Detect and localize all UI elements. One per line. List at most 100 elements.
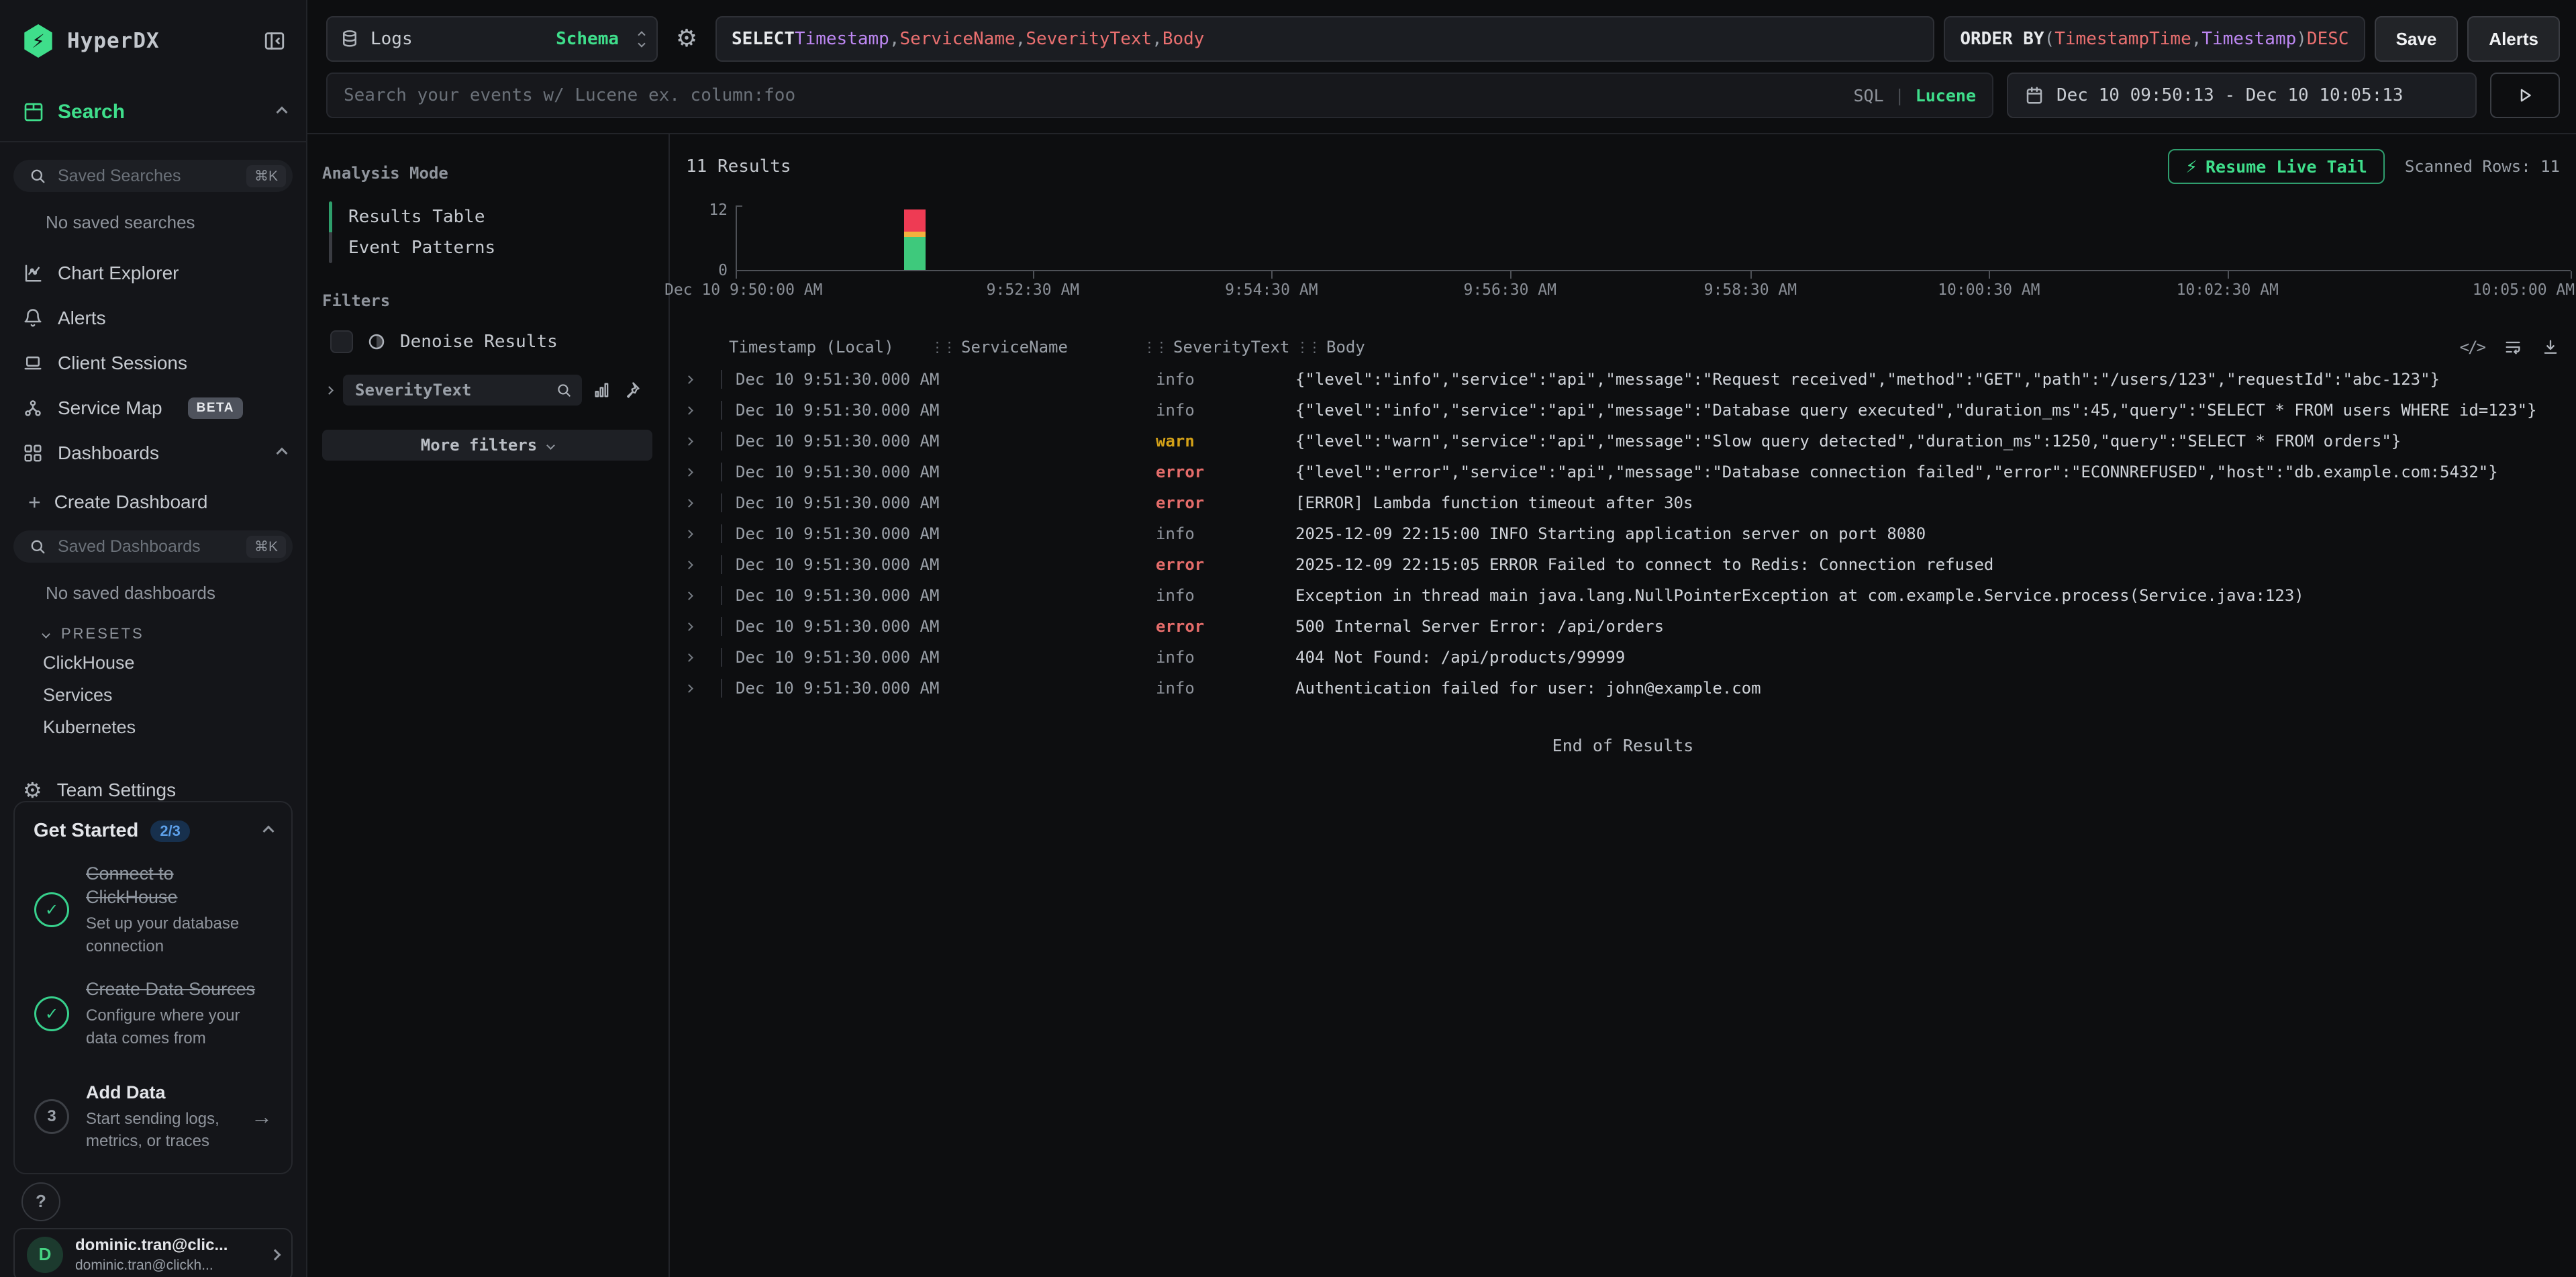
drag-handle-icon[interactable]: ⋮⋮ xyxy=(1295,339,1320,355)
column-header-timestamp[interactable]: Timestamp (Local) xyxy=(721,338,930,357)
column-header-severitytext[interactable]: ⋮⋮SeverityText xyxy=(1142,338,1295,357)
sidebar-item-team-settings[interactable]: ⚙ Team Settings xyxy=(23,779,293,801)
sidebar-item-label: Chart Explorer xyxy=(58,263,179,284)
table-row[interactable]: Dec 10 9:51:30.000 AM info Authenticatio… xyxy=(670,673,2576,704)
saved-searches-input[interactable]: Saved Searches ⌘K xyxy=(13,160,293,192)
help-button[interactable]: ? xyxy=(21,1182,60,1221)
sidebar-item-alerts[interactable]: Alerts xyxy=(13,295,293,340)
alerts-button[interactable]: Alerts xyxy=(2467,16,2560,62)
pin-icon[interactable] xyxy=(622,381,641,399)
sidebar-item-dashboards[interactable]: Dashboards xyxy=(13,430,293,475)
mode-results-table[interactable]: Results Table xyxy=(348,201,652,232)
sidebar-collapse-icon[interactable] xyxy=(263,30,286,52)
sidebar-item-client-sessions[interactable]: Client Sessions xyxy=(13,340,293,385)
sidebar-item-preset-clickhouse[interactable]: ClickHouse xyxy=(43,647,293,679)
chart-explorer-icon xyxy=(23,263,43,283)
row-expand-icon[interactable] xyxy=(685,530,693,538)
sidebar-item-chart-explorer[interactable]: Chart Explorer xyxy=(13,250,293,295)
more-filters-button[interactable]: More filters xyxy=(322,430,652,461)
saved-dashboards-input[interactable]: Saved Dashboards ⌘K xyxy=(13,530,293,563)
laptop-icon xyxy=(23,353,43,373)
drag-handle-icon[interactable]: ⋮⋮ xyxy=(930,339,954,355)
avatar: D xyxy=(27,1237,63,1273)
row-expand-icon[interactable] xyxy=(685,592,693,600)
query-language-toggle[interactable]: SQL | Lucene xyxy=(1853,86,1976,105)
chevron-down-icon xyxy=(546,441,555,450)
table-row[interactable]: Dec 10 9:51:30.000 AM info Exception in … xyxy=(670,580,2576,611)
run-query-button[interactable] xyxy=(2490,73,2560,118)
row-expand-icon[interactable] xyxy=(685,499,693,508)
y-axis-max-label: 12 xyxy=(709,201,728,219)
get-started-step-2[interactable]: ✓ Create Data Sources Configure where yo… xyxy=(34,978,273,1049)
row-expand-icon[interactable] xyxy=(685,622,693,631)
order-by-input[interactable]: ORDER BY (TimestampTime, Timestamp) DESC xyxy=(1944,16,2365,62)
table-row[interactable]: Dec 10 9:51:30.000 AM info 404 Not Found… xyxy=(670,642,2576,673)
table-row[interactable]: Dec 10 9:51:30.000 AM error [ERROR] Lamb… xyxy=(670,487,2576,518)
saved-dashboards-placeholder: Saved Dashboards xyxy=(58,537,201,557)
sidebar-item-service-map[interactable]: Service Map BETA xyxy=(13,385,293,430)
chevron-up-icon[interactable] xyxy=(277,107,288,118)
row-expand-icon[interactable] xyxy=(685,375,693,384)
table-row[interactable]: Dec 10 9:51:30.000 AM error 2025-12-09 2… xyxy=(670,549,2576,580)
row-expand-icon[interactable] xyxy=(685,468,693,477)
x-axis-tick xyxy=(1510,271,1512,279)
mode-event-patterns[interactable]: Event Patterns xyxy=(348,232,652,263)
event-search-input[interactable]: Search your events w/ Lucene ex. column:… xyxy=(326,73,1993,118)
sidebar-item-search[interactable]: Search xyxy=(0,101,306,142)
results-area: 11 Results ⚡ Resume Live Tail Scanned Ro… xyxy=(670,134,2576,1277)
dashboards-icon xyxy=(23,443,43,463)
row-expand-icon[interactable] xyxy=(685,653,693,662)
table-row[interactable]: Dec 10 9:51:30.000 AM warn {"level":"war… xyxy=(670,426,2576,457)
expand-filter-group-icon[interactable] xyxy=(325,386,334,395)
chart-toggle-icon[interactable] xyxy=(593,381,611,399)
drag-handle-icon[interactable]: ⋮⋮ xyxy=(1142,339,1167,355)
sidebar-item-preset-kubernetes[interactable]: Kubernetes xyxy=(43,711,293,743)
row-expand-icon[interactable] xyxy=(685,406,693,415)
get-started-step-1[interactable]: ✓ Connect to ClickHouse Set up your data… xyxy=(34,862,273,957)
row-expand-icon[interactable] xyxy=(685,684,693,693)
histogram-bar[interactable] xyxy=(904,209,926,270)
wrap-lines-icon[interactable] xyxy=(2504,338,2522,357)
column-header-servicename[interactable]: ⋮⋮ServiceName xyxy=(930,338,1142,357)
get-started-card: Get Started 2/3 ✓ Connect to ClickHouse … xyxy=(13,801,293,1174)
cell-body: Authentication failed for user: john@exa… xyxy=(1295,679,2560,698)
get-started-progress-badge: 2/3 xyxy=(150,820,190,842)
table-row[interactable]: Dec 10 9:51:30.000 AM info {"level":"inf… xyxy=(670,395,2576,426)
create-dashboard-label: Create Dashboard xyxy=(54,491,208,513)
brand-name: HyperDX xyxy=(67,29,160,53)
sidebar-item-preset-services[interactable]: Services xyxy=(43,679,293,711)
cell-timestamp: Dec 10 9:51:30.000 AM xyxy=(721,432,930,451)
plus-icon: + xyxy=(28,490,41,515)
table-row[interactable]: Dec 10 9:51:30.000 AM info 2025-12-09 22… xyxy=(670,518,2576,549)
sql-mode-option[interactable]: SQL xyxy=(1853,86,1883,105)
date-range-picker[interactable]: Dec 10 09:50:13 - Dec 10 10:05:13 xyxy=(2007,73,2477,118)
shortcut-badge: ⌘K xyxy=(246,536,286,558)
code-view-icon[interactable]: </> xyxy=(2460,338,2485,357)
logo-row: ⚡ HyperDX xyxy=(0,0,306,58)
table-row[interactable]: Dec 10 9:51:30.000 AM info {"level":"inf… xyxy=(670,364,2576,395)
sidebar-item-label: Service Map xyxy=(58,397,162,419)
table-row[interactable]: Dec 10 9:51:30.000 AM error {"level":"er… xyxy=(670,457,2576,487)
histogram-plot[interactable] xyxy=(736,205,2571,271)
chevron-up-icon[interactable] xyxy=(263,825,275,837)
denoise-checkbox[interactable] xyxy=(330,330,353,353)
source-settings-button[interactable]: ⚙ xyxy=(667,16,706,62)
select-columns-input[interactable]: SELECT Timestamp,ServiceName,SeverityTex… xyxy=(715,16,1934,62)
table-row[interactable]: Dec 10 9:51:30.000 AM error 500 Internal… xyxy=(670,611,2576,642)
x-axis-label: 9:56:30 AM xyxy=(1463,281,1556,299)
x-axis-label: 9:52:30 AM xyxy=(987,281,1079,299)
chevron-up-icon[interactable] xyxy=(277,447,288,459)
row-expand-icon[interactable] xyxy=(685,561,693,569)
resume-live-tail-button[interactable]: ⚡ Resume Live Tail xyxy=(2168,149,2384,184)
lucene-mode-option[interactable]: Lucene xyxy=(1916,86,1976,105)
presets-toggle[interactable]: PRESETS xyxy=(43,625,293,643)
download-icon[interactable] xyxy=(2541,338,2560,357)
row-expand-icon[interactable] xyxy=(685,437,693,446)
create-dashboard-button[interactable]: + Create Dashboard xyxy=(28,483,293,521)
filter-field-search[interactable]: SeverityText xyxy=(343,375,582,406)
user-menu[interactable]: D dominic.tran@clic... dominic.tran@clic… xyxy=(13,1228,293,1277)
source-select[interactable]: Logs Schema xyxy=(326,16,658,62)
save-button[interactable]: Save xyxy=(2375,16,2459,62)
get-started-step-3[interactable]: 3 Add Data Start sending logs, metrics, … xyxy=(34,1081,273,1153)
column-header-body[interactable]: ⋮⋮Body xyxy=(1295,338,2460,357)
